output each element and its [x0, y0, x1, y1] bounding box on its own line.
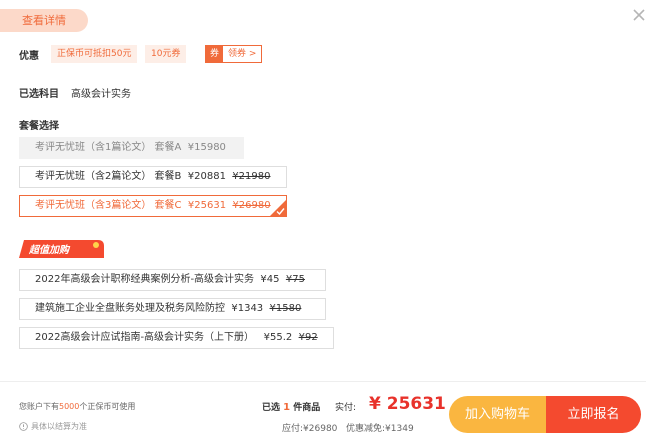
coupon-icon: 券	[206, 46, 224, 62]
selected-check-icon	[270, 200, 286, 216]
addon-item[interactable]: 建筑施工企业全盘账务处理及税务风险防控 ¥1343 ¥1580	[19, 298, 326, 320]
package-old-price: ¥26980	[232, 200, 271, 211]
value-addon-label: 超值加购	[28, 244, 71, 256]
pay-amount: ¥ 25631	[369, 394, 446, 414]
points-balance: 您账户下有5000个正保币可使用	[19, 401, 135, 412]
close-icon[interactable]	[632, 8, 646, 22]
addon-price: ¥55.2	[263, 332, 293, 343]
addon-name: 2022高级会计应试指南-高级会计实务（上下册）	[35, 332, 255, 343]
enroll-now-button[interactable]: 立即报名	[546, 396, 641, 433]
package-old-price: ¥21980	[232, 171, 271, 182]
info-icon	[19, 422, 28, 431]
package-price: ¥20881	[187, 171, 226, 182]
selected-count: 已选 1 件商品	[262, 400, 320, 413]
claim-coupon-label: 领券 >	[228, 49, 257, 59]
subject-label: 已选科目	[19, 89, 59, 100]
package-price: ¥25631	[187, 200, 227, 211]
subject-value: 高级会计实务	[71, 89, 131, 100]
package-name: 考评无忧班（含1篇论文） 套餐A	[35, 142, 182, 153]
coupon-tag-10yuan: 10元券	[145, 45, 187, 63]
balance-suffix: 个正保币可使用	[79, 402, 136, 411]
footer-divider	[0, 381, 646, 382]
settlement-note-text: 具体以结算为准	[31, 422, 87, 431]
balance-amount: 5000	[59, 402, 80, 411]
saving-label: 优惠减免:	[346, 424, 386, 434]
selected-number: 1	[283, 402, 291, 413]
package-price: ¥15980	[187, 142, 226, 153]
addon-price: ¥45	[260, 274, 280, 285]
discount-label: 优惠	[19, 51, 39, 62]
view-details-tab[interactable]: 查看详情	[0, 9, 88, 32]
addon-item[interactable]: 2022高级会计应试指南-高级会计实务（上下册） ¥55.2 ¥92	[19, 327, 334, 349]
package-name: 考评无忧班（含2篇论文） 套餐B	[35, 171, 182, 182]
balance-prefix: 您账户下有	[19, 402, 59, 411]
addon-name: 2022年高级会计职称经典案例分析-高级会计实务	[35, 274, 255, 285]
addon-old-price: ¥1580	[269, 303, 302, 314]
addon-old-price: ¥92	[298, 332, 318, 343]
package-option-a[interactable]: 考评无忧班（含1篇论文） 套餐A ¥15980	[19, 137, 244, 159]
addon-price: ¥1343	[231, 303, 264, 314]
package-label: 套餐选择	[19, 121, 59, 132]
selected-prefix: 已选	[262, 403, 281, 413]
claim-coupon-button[interactable]: 券 领券 >	[205, 45, 263, 63]
price-breakdown: 应付:¥26980 优惠减免:¥1349	[282, 421, 414, 434]
saving-amount: ¥1349	[385, 424, 414, 434]
value-addon-badge: 超值加购	[19, 240, 104, 258]
coupon-tag-points: 正保币可抵扣50元	[51, 45, 138, 63]
add-to-cart-button[interactable]: 加入购物车	[449, 396, 546, 433]
pay-label: 实付:	[335, 403, 357, 413]
addon-old-price: ¥75	[285, 274, 305, 285]
addon-name: 建筑施工企业全盘账务处理及税务风险防控	[35, 303, 225, 314]
due-label: 应付:	[282, 424, 304, 434]
package-option-b[interactable]: 考评无忧班（含2篇论文） 套餐B ¥20881 ¥21980	[19, 166, 287, 188]
package-name: 考评无忧班（含3篇论文） 套餐C	[35, 200, 182, 211]
package-option-c[interactable]: 考评无忧班（含3篇论文） 套餐C ¥25631 ¥26980	[19, 195, 287, 217]
due-amount: ¥26980	[303, 424, 338, 434]
addon-item[interactable]: 2022年高级会计职称经典案例分析-高级会计实务 ¥45 ¥75	[19, 269, 326, 291]
settlement-note: 具体以结算为准	[19, 421, 87, 432]
selected-suffix: 件商品	[293, 403, 321, 413]
